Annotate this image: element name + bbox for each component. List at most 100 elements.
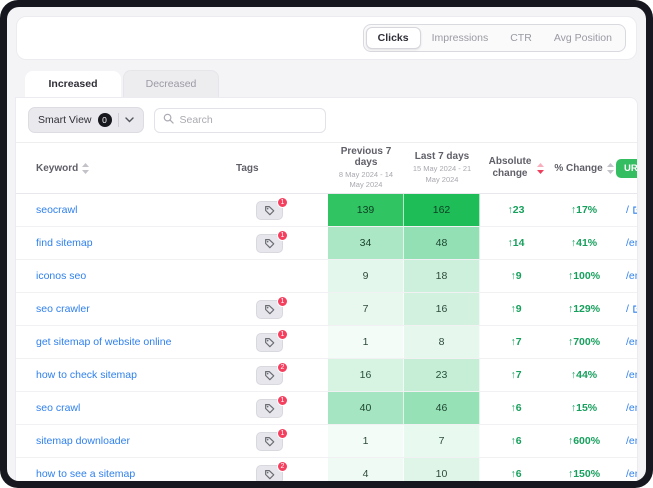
header-keyword-label: Keyword bbox=[36, 163, 78, 174]
external-link-icon bbox=[632, 304, 637, 314]
tags-cell: 2 bbox=[236, 458, 328, 481]
page-background: ClicksImpressionsCTRAvg Position Increas… bbox=[7, 7, 646, 481]
content-card: Smart View 0 bbox=[15, 97, 638, 481]
pct-change: ↑600% bbox=[552, 425, 616, 457]
url-link[interactable]: / bbox=[616, 194, 637, 226]
tag-badge: 1 bbox=[277, 296, 288, 307]
smart-view-label: Smart View bbox=[38, 114, 92, 126]
divider bbox=[118, 113, 119, 127]
search-input[interactable] bbox=[180, 114, 317, 126]
tag-pill[interactable]: 2 bbox=[256, 366, 283, 385]
header-absolute-label: Absolute change bbox=[488, 156, 532, 180]
url-link[interactable]: /en bbox=[616, 227, 637, 259]
table-row: how to check sitemap 2 16 23 ↑7 ↑44% /en bbox=[16, 359, 637, 392]
sort-icon[interactable] bbox=[607, 163, 614, 174]
prev-cell: 40 bbox=[328, 392, 404, 424]
abs-change: ↑7 bbox=[480, 326, 552, 358]
abs-change: ↑6 bbox=[480, 458, 552, 481]
chevron-down-icon bbox=[125, 114, 134, 126]
pct-change: ↑44% bbox=[552, 359, 616, 391]
tag-pill[interactable]: 1 bbox=[256, 333, 283, 352]
tag-icon bbox=[264, 337, 275, 348]
tag-badge: 1 bbox=[277, 230, 288, 241]
external-link-icon bbox=[632, 205, 637, 215]
url-text: /em bbox=[626, 270, 637, 282]
url-link[interactable]: /en bbox=[616, 326, 637, 358]
header-percent-change[interactable]: % Change bbox=[552, 163, 616, 174]
keyword-link[interactable]: seo crawl bbox=[16, 392, 236, 424]
tag-badge: 1 bbox=[277, 428, 288, 439]
table-row: find sitemap 1 34 48 ↑14 ↑41% /en bbox=[16, 227, 637, 260]
tags-cell bbox=[236, 260, 328, 292]
tags-cell: 1 bbox=[236, 392, 328, 424]
header-url[interactable]: URL bbox=[616, 159, 637, 178]
tag-pill[interactable]: 1 bbox=[256, 432, 283, 451]
table-row: iconos seo 9 18 ↑9 ↑100% /em bbox=[16, 260, 637, 293]
keyword-link[interactable]: get sitemap of website online bbox=[16, 326, 236, 358]
tag-icon bbox=[264, 238, 275, 249]
metric-tab-avg-position[interactable]: Avg Position bbox=[543, 28, 623, 48]
tab-increased[interactable]: Increased bbox=[25, 71, 121, 97]
sort-icon[interactable] bbox=[82, 163, 89, 174]
tag-badge: 1 bbox=[277, 329, 288, 340]
header-url-chip[interactable]: URL bbox=[616, 159, 637, 178]
url-link[interactable]: /en bbox=[616, 458, 637, 481]
tag-pill[interactable]: 2 bbox=[256, 465, 283, 482]
last-cell: 48 bbox=[404, 227, 480, 259]
prev-cell: 9 bbox=[328, 260, 404, 292]
tag-pill[interactable]: 1 bbox=[256, 399, 283, 418]
tag-pill[interactable]: 1 bbox=[256, 300, 283, 319]
screenshot-stage: ClicksImpressionsCTRAvg Position Increas… bbox=[0, 0, 653, 488]
last-cell: 16 bbox=[404, 293, 480, 325]
pct-change: ↑700% bbox=[552, 326, 616, 358]
smart-view-button[interactable]: Smart View 0 bbox=[28, 107, 144, 133]
keyword-link[interactable]: how to see a sitemap bbox=[16, 458, 236, 481]
tags-cell: 2 bbox=[236, 359, 328, 391]
last-cell: 23 bbox=[404, 359, 480, 391]
topbar: ClicksImpressionsCTRAvg Position bbox=[16, 16, 637, 60]
abs-change: ↑23 bbox=[480, 194, 552, 226]
tags-cell: 1 bbox=[236, 326, 328, 358]
pct-change: ↑41% bbox=[552, 227, 616, 259]
tab-decreased[interactable]: Decreased bbox=[123, 70, 219, 97]
url-text: /en bbox=[626, 468, 637, 480]
keyword-link[interactable]: how to check sitemap bbox=[16, 359, 236, 391]
search-icon bbox=[163, 111, 174, 129]
url-link[interactable]: / bbox=[616, 293, 637, 325]
header-url-label: URL bbox=[624, 163, 637, 174]
url-text: /en bbox=[626, 237, 637, 249]
keyword-link[interactable]: seocrawl bbox=[16, 194, 236, 226]
keyword-link[interactable]: find sitemap bbox=[16, 227, 236, 259]
pct-change: ↑17% bbox=[552, 194, 616, 226]
prev-cell: 7 bbox=[328, 293, 404, 325]
tag-pill[interactable]: 1 bbox=[256, 201, 283, 220]
prev-cell: 16 bbox=[328, 359, 404, 391]
tag-badge: 1 bbox=[277, 197, 288, 208]
header-absolute-change[interactable]: Absolute change bbox=[480, 156, 552, 180]
keyword-link[interactable]: seo crawler bbox=[16, 293, 236, 325]
metric-tab-clicks[interactable]: Clicks bbox=[366, 27, 421, 49]
url-link[interactable]: /em bbox=[616, 260, 637, 292]
table-row: sitemap downloader 1 1 7 ↑6 ↑600% /en bbox=[16, 425, 637, 458]
table-toolbar: Smart View 0 bbox=[16, 98, 637, 142]
metric-tab-impressions[interactable]: Impressions bbox=[421, 28, 500, 48]
table-row: get sitemap of website online 1 1 8 ↑7 ↑… bbox=[16, 326, 637, 359]
table-row: seo crawler 1 7 16 ↑9 ↑129% / bbox=[16, 293, 637, 326]
sort-active-icon[interactable] bbox=[537, 163, 544, 174]
url-link[interactable]: /en bbox=[616, 425, 637, 457]
tag-badge: 1 bbox=[277, 395, 288, 406]
keyword-link[interactable]: sitemap downloader bbox=[16, 425, 236, 457]
search-box[interactable] bbox=[154, 108, 326, 133]
url-text: /en bbox=[626, 336, 637, 348]
prev-cell: 1 bbox=[328, 326, 404, 358]
metric-tab-ctr[interactable]: CTR bbox=[499, 28, 543, 48]
url-link[interactable]: /en bbox=[616, 392, 637, 424]
tag-pill[interactable]: 1 bbox=[256, 234, 283, 253]
header-tags: Tags bbox=[236, 163, 328, 174]
last-cell: 7 bbox=[404, 425, 480, 457]
keyword-link[interactable]: iconos seo bbox=[16, 260, 236, 292]
header-keyword[interactable]: Keyword bbox=[16, 163, 236, 174]
url-link[interactable]: /en bbox=[616, 359, 637, 391]
table-row: seo crawl 1 40 46 ↑6 ↑15% /en bbox=[16, 392, 637, 425]
header-previous-7-days: Previous 7 days 8 May 2024 - 14 May 2024 bbox=[328, 146, 404, 190]
